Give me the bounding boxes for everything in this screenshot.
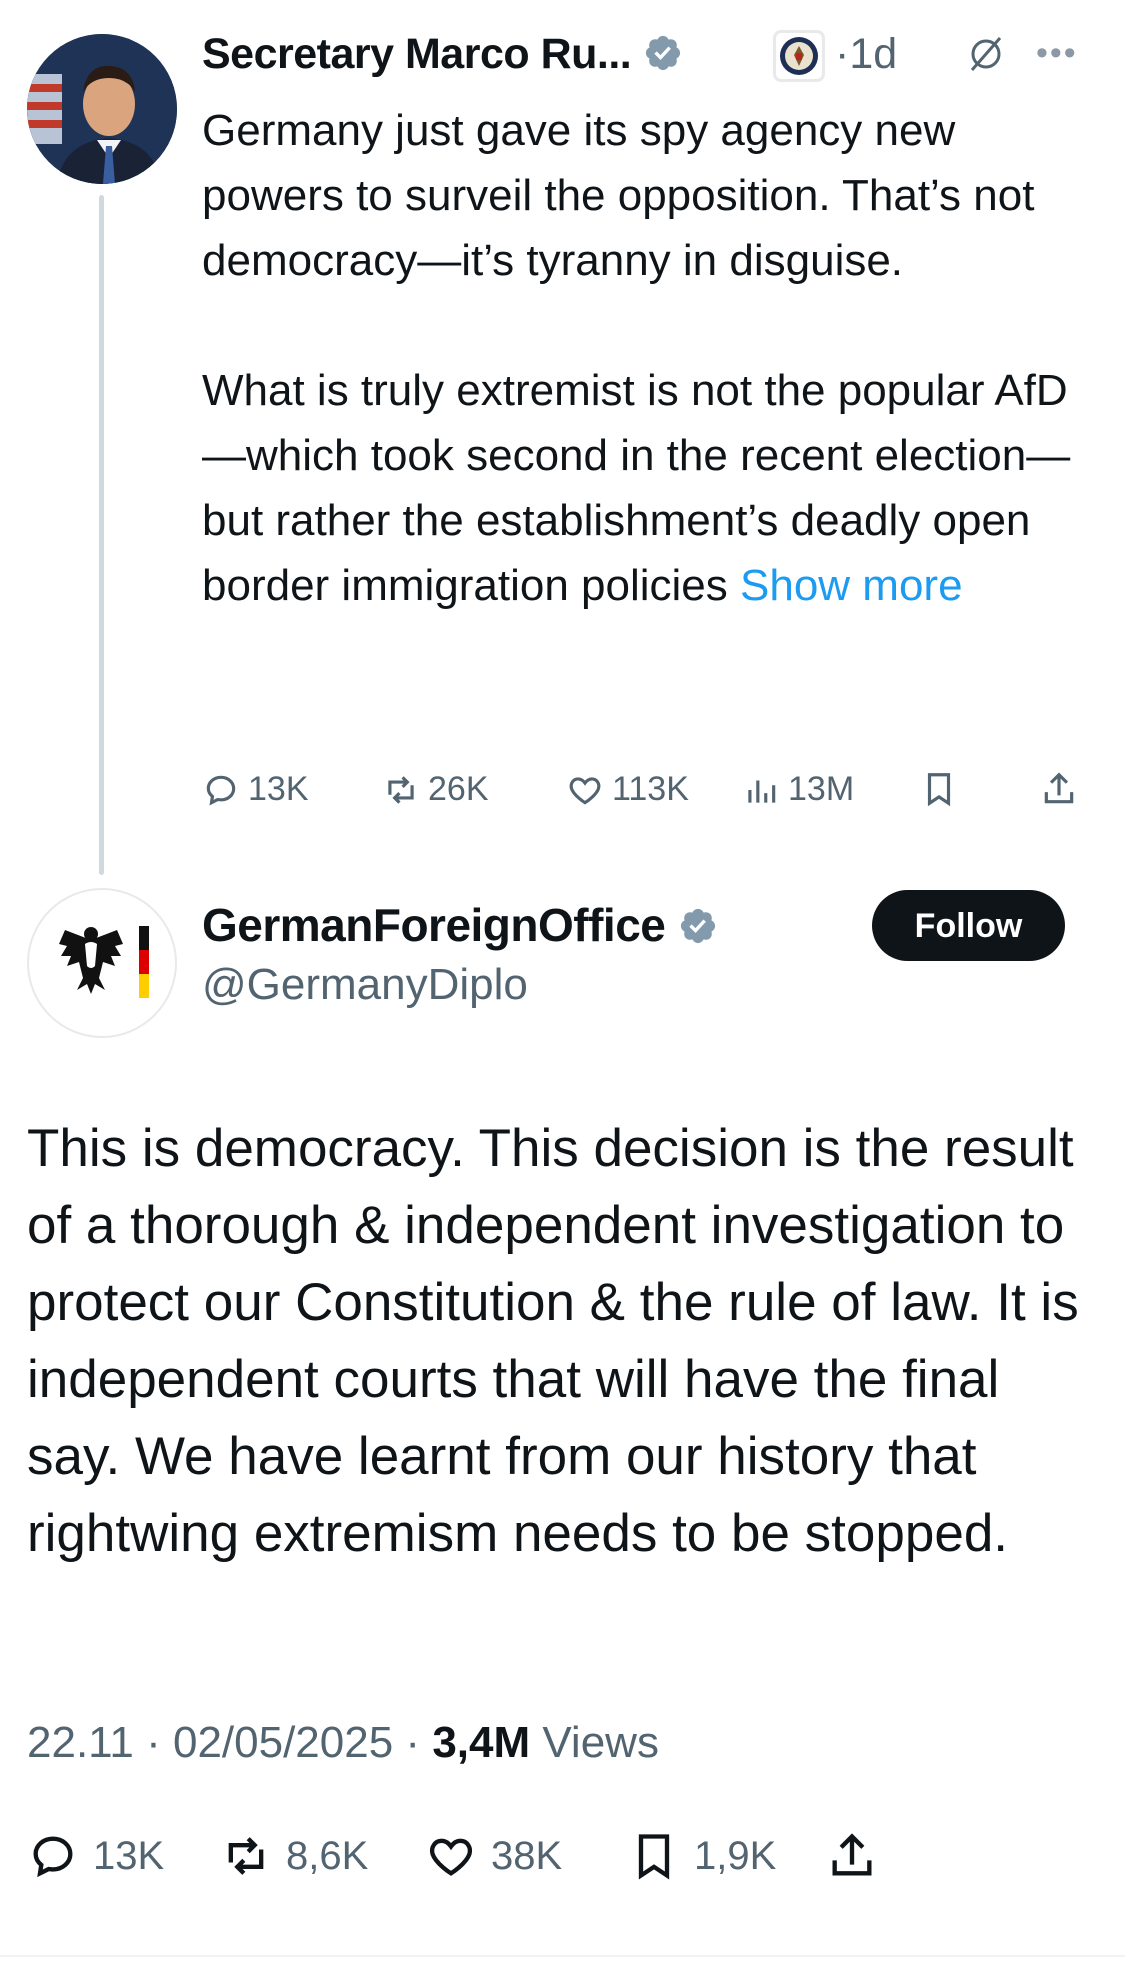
follow-button[interactable]: Follow — [872, 890, 1065, 961]
reply-metadata: 22.11 · 02/05/2025 · 3,4M Views — [27, 1718, 659, 1767]
reply-reply-button[interactable]: 13K — [27, 1830, 164, 1882]
like-icon — [429, 1838, 473, 1876]
reply-bookmark-button[interactable]: 1,9K — [628, 1830, 776, 1882]
german-eagle-logo — [59, 926, 149, 998]
reply-views-count: 3,4M — [432, 1718, 531, 1767]
reply-like-button[interactable]: 38K — [425, 1830, 562, 1882]
divider — [0, 1955, 1125, 1957]
reply-repost-button[interactable]: 8,6K — [220, 1830, 368, 1882]
parent-tweet-text: Germany just gave its spy agency new pow… — [202, 106, 1071, 610]
verified-badge-icon — [680, 908, 715, 944]
avatar-german-foreign-office[interactable] — [27, 888, 177, 1038]
reply-share-button[interactable] — [826, 1830, 878, 1882]
state-department-seal-icon — [773, 30, 825, 82]
reply-tweet-text: This is democracy. This decision is the … — [27, 1119, 1079, 1563]
thread-connector-line — [99, 195, 104, 875]
reply-icon — [206, 775, 236, 805]
reply-date[interactable]: 02/05/2025 — [173, 1718, 393, 1767]
grok-icon[interactable] — [966, 34, 1006, 79]
parent-bookmark-button[interactable] — [920, 770, 958, 808]
more-icon[interactable]: ••• — [1036, 34, 1078, 73]
parent-views-button[interactable]: 13M — [742, 770, 854, 809]
reply-time[interactable]: 22.11 — [27, 1718, 134, 1767]
parent-author-name[interactable]: Secretary Marco Ru... — [202, 30, 683, 79]
share-icon — [1044, 772, 1074, 804]
parent-repost-button[interactable]: 26K — [382, 770, 489, 809]
reply-author-name[interactable]: GermanForeignOffice — [202, 898, 718, 952]
parent-reply-button[interactable]: 13K — [202, 770, 309, 809]
bookmark-icon — [927, 773, 951, 807]
repost-icon — [228, 1837, 264, 1875]
reply-views-label: Views — [542, 1718, 659, 1767]
show-more-link[interactable]: Show more — [740, 561, 963, 610]
parent-like-button[interactable]: 113K — [566, 770, 689, 809]
like-icon — [569, 776, 601, 805]
views-icon — [748, 780, 776, 803]
parent-share-button[interactable] — [1040, 770, 1078, 808]
share-icon — [832, 1833, 872, 1876]
reply-icon — [33, 1836, 73, 1878]
reply-author-handle[interactable]: @GermanyDiplo — [202, 960, 528, 1010]
parent-timestamp[interactable]: ·1d — [835, 30, 897, 79]
bookmark-icon — [638, 1834, 670, 1880]
verified-badge-icon — [645, 35, 680, 71]
repost-icon — [388, 775, 414, 804]
avatar-marco-rubio[interactable] — [27, 34, 177, 184]
